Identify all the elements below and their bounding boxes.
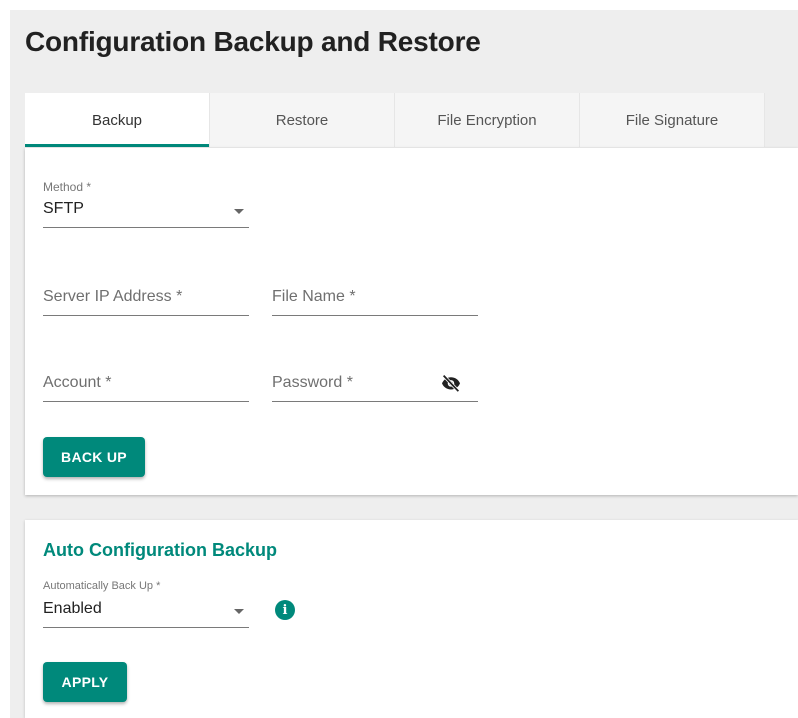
tab-backup[interactable]: Backup (25, 93, 210, 147)
account-placeholder: Account * (43, 374, 112, 391)
method-select[interactable]: Method * SFTP (43, 176, 249, 228)
chevron-down-icon (234, 209, 244, 214)
apply-button[interactable]: APPLY (43, 662, 127, 702)
account-input[interactable]: Account * (43, 364, 249, 402)
tab-file-signature[interactable]: File Signature (580, 93, 765, 147)
info-icon[interactable]: i (275, 600, 295, 620)
file-name-placeholder: File Name * (272, 288, 356, 305)
auto-backup-card: Auto Configuration Backup Automatically … (25, 520, 798, 718)
backup-card: Method * SFTP Server IP Address * File N… (25, 148, 798, 495)
file-name-input[interactable]: File Name * (272, 278, 478, 316)
auto-backup-label: Automatically Back Up * (43, 580, 161, 592)
server-ip-placeholder: Server IP Address * (43, 288, 183, 305)
tab-bar: Backup Restore File Encryption File Sign… (25, 93, 765, 147)
method-label: Method * (43, 180, 92, 194)
eye-off-icon[interactable] (441, 374, 461, 392)
chevron-down-icon (234, 609, 244, 614)
back-up-button[interactable]: BACK UP (43, 437, 145, 477)
auto-backup-value: Enabled (43, 600, 102, 617)
auto-backup-select[interactable]: Automatically Back Up * Enabled (43, 576, 249, 628)
page-title: Configuration Backup and Restore (25, 26, 481, 57)
tab-restore[interactable]: Restore (210, 93, 395, 147)
method-value: SFTP (43, 200, 84, 217)
tab-file-encryption[interactable]: File Encryption (395, 93, 580, 147)
password-placeholder: Password * (272, 374, 353, 391)
server-ip-input[interactable]: Server IP Address * (43, 278, 249, 316)
password-input[interactable]: Password * (272, 364, 478, 402)
auto-backup-title: Auto Configuration Backup (43, 540, 277, 560)
